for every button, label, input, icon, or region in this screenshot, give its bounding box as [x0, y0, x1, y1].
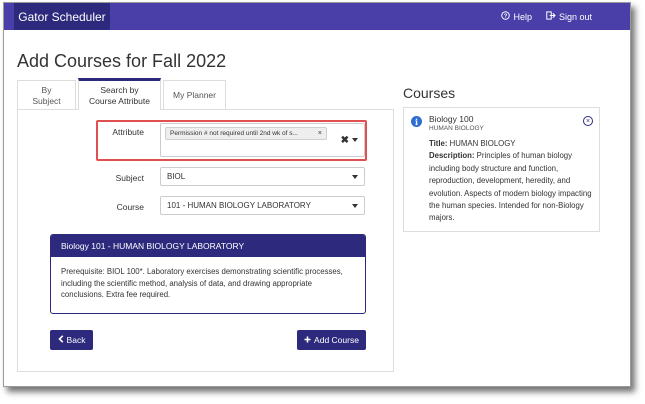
course-title-label: Title: [429, 139, 448, 148]
attribute-label: Attribute [112, 127, 144, 137]
nav-links: ? Help Sign out [501, 3, 592, 30]
attribute-select[interactable]: Permission # not required until 2nd wk o… [160, 123, 365, 157]
course-title-value: HUMAN BIOLOGY [449, 139, 516, 148]
course-card-subtitle: HUMAN BIOLOGY [429, 125, 484, 132]
svg-text:?: ? [504, 14, 508, 20]
course-select[interactable]: 101 - HUMAN BIOLOGY LABORATORY [160, 196, 365, 215]
help-link[interactable]: ? Help [501, 11, 532, 22]
course-card-details: Title: HUMAN BIOLOGY Description: Princi… [429, 138, 594, 225]
add-course-button[interactable]: Add Course [297, 330, 366, 350]
course-desc-value: Principles of human biology including bo… [429, 151, 592, 223]
search-panel: Attribute Permission # not required unti… [17, 109, 394, 372]
tab-search-by-attribute[interactable]: Search by Course Attribute [78, 78, 161, 110]
courses-heading: Courses [403, 85, 456, 101]
chevron-down-icon [352, 204, 358, 208]
attribute-chip-label: Permission # not required until 2nd wk o… [170, 130, 298, 137]
subject-select[interactable]: BIOL [160, 167, 365, 186]
course-description-heading: Biology 101 - HUMAN BIOLOGY LABORATORY [51, 235, 365, 257]
question-circle-icon: ? [501, 11, 511, 22]
subject-value: BIOL [167, 172, 186, 181]
tab-my-planner[interactable]: My Planner [163, 80, 226, 110]
chevron-left-icon [57, 335, 64, 345]
back-label: Back [66, 335, 86, 345]
course-value: 101 - HUMAN BIOLOGY LABORATORY [167, 201, 311, 210]
course-label: Course [116, 202, 144, 212]
info-icon: i [411, 116, 422, 127]
clear-icon[interactable]: ✖ [341, 135, 349, 146]
course-card-title-row: Title: HUMAN BIOLOGY [429, 138, 594, 150]
course-description-text: Prerequisite: BIOL 100*. Laboratory exer… [61, 267, 343, 299]
brand-logo[interactable]: Gator Scheduler [14, 3, 110, 30]
remove-course-icon[interactable]: × [583, 116, 593, 126]
course-description-card: Biology 101 - HUMAN BIOLOGY LABORATORY P… [50, 234, 366, 314]
add-course-label: Add Course [314, 335, 359, 345]
app-window: Gator Scheduler ? Help Sign out Add Cour… [3, 2, 631, 387]
help-label: Help [513, 11, 532, 22]
signout-link[interactable]: Sign out [546, 11, 592, 22]
page-title: Add Courses for Fall 2022 [17, 51, 227, 71]
chevron-down-icon [352, 175, 358, 179]
tab-by-subject[interactable]: By Subject [17, 80, 76, 110]
top-navbar: Gator Scheduler ? Help Sign out [4, 3, 630, 30]
plus-icon [304, 335, 311, 345]
course-desc-label: Description: [429, 151, 475, 161]
chevron-down-icon[interactable] [352, 138, 358, 142]
sign-out-icon [546, 11, 556, 22]
attribute-chip: Permission # not required until 2nd wk o… [165, 127, 327, 140]
course-card-name: Biology 100 [429, 114, 474, 124]
subject-label: Subject [115, 173, 144, 183]
course-card: i Biology 100 HUMAN BIOLOGY × Title: HUM… [403, 107, 600, 232]
signout-label: Sign out [558, 11, 592, 22]
course-card-desc-row: Description: Principles of human biology… [429, 150, 594, 224]
tab-bar: By Subject Search by Course Attribute My… [17, 78, 228, 110]
chip-remove-icon[interactable]: × [318, 130, 322, 137]
back-button[interactable]: Back [50, 330, 93, 350]
